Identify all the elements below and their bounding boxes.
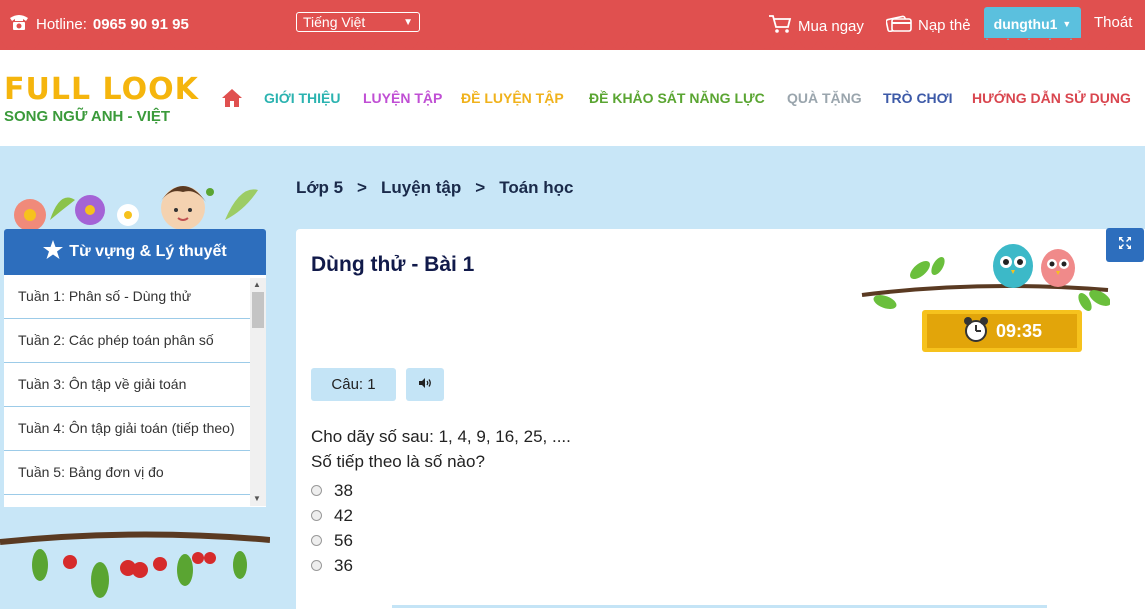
nav-item-about[interactable]: GIỚI THIỆU <box>264 90 341 106</box>
answer-option[interactable]: 38 <box>311 478 353 503</box>
sidebar-item-week-5[interactable]: Tuần 5: Bảng đơn vị đo <box>4 451 250 495</box>
hotline: Hotline: 0965 90 91 95 <box>8 13 189 35</box>
language-select[interactable]: Tiếng Việt ▼ <box>296 12 420 32</box>
breadcrumb-subject: Toán học <box>499 178 574 197</box>
answer-option[interactable]: 56 <box>311 528 353 553</box>
quiz-timer: 09:35 <box>922 310 1082 352</box>
alarm-clock-icon <box>962 315 990 348</box>
star-icon <box>43 240 64 264</box>
sidebar-title: Từ vựng & Lý thuyết <box>69 243 227 260</box>
flowers-decoration <box>14 186 258 230</box>
divider <box>392 605 1047 608</box>
answer-options: 38 42 56 36 <box>311 478 353 578</box>
timer-value: 09:35 <box>995 320 1043 341</box>
breadcrumb-practice[interactable]: Luyện tập <box>381 178 461 198</box>
answer-label: 42 <box>334 505 353 525</box>
hotline-label: Hotline: <box>36 15 87 33</box>
nav-item-practice-tests[interactable]: ĐỀ LUYỆN TẬP <box>461 90 564 106</box>
fullscreen-button[interactable] <box>1106 228 1144 262</box>
sidebar-scrollbar[interactable]: ▲ ▼ <box>250 278 266 506</box>
top-up-link[interactable]: Nạp thẻ <box>885 14 971 36</box>
buy-now-label: Mua ngay <box>798 17 864 35</box>
sidebar-item-week-3[interactable]: Tuần 3: Ôn tập về giải toán <box>4 363 250 407</box>
owls-decoration <box>861 244 1110 312</box>
sidebar-item-week-1[interactable]: Tuần 1: Phân số - Dùng thử <box>4 275 250 319</box>
logo-title: FULL LOOK <box>4 72 199 107</box>
audio-button[interactable] <box>406 368 444 401</box>
quiz-title: Dùng thử - Bài 1 <box>311 253 475 276</box>
home-icon[interactable] <box>221 88 243 113</box>
answer-option[interactable]: 36 <box>311 553 353 578</box>
cart-icon <box>768 14 792 38</box>
breadcrumb-grade[interactable]: Lớp 5 <box>296 178 343 198</box>
credit-card-icon <box>885 14 912 36</box>
scroll-up-icon[interactable]: ▲ <box>253 280 261 289</box>
radio-button[interactable] <box>311 535 322 546</box>
logo-subtitle: SONG NGỮ ANH - VIỆT <box>4 108 171 125</box>
top-up-label: Nạp thẻ <box>918 16 971 34</box>
language-value: Tiếng Việt <box>303 14 366 30</box>
answer-label: 38 <box>334 480 353 500</box>
radio-button[interactable] <box>311 510 322 521</box>
username: dungthu1 <box>993 15 1058 32</box>
breadcrumb-separator: > <box>475 178 486 197</box>
nav-item-guide[interactable]: HƯỚNG DẪN SỬ DỤNG <box>972 90 1131 106</box>
speaker-icon <box>418 376 432 394</box>
sidebar-header: Từ vựng & Lý thuyết <box>4 229 266 275</box>
answer-label: 56 <box>334 530 353 550</box>
sidebar-item-week-4[interactable]: Tuần 4: Ôn tập giải toán (tiếp theo) <box>4 407 250 451</box>
sidebar-list: Tuần 1: Phân số - Dùng thử Tuần 2: Các p… <box>4 275 266 507</box>
sidebar-item-week-2[interactable]: Tuần 2: Các phép toán phân số <box>4 319 250 363</box>
scrollbar-thumb[interactable] <box>252 292 264 328</box>
scroll-down-icon[interactable]: ▼ <box>253 494 261 503</box>
question-line-1: Cho dãy số sau: 1, 4, 9, 16, 25, .... <box>311 427 571 446</box>
breadcrumb-separator: > <box>357 178 367 197</box>
main-nav: FULL LOOK SONG NGỮ ANH - VIỆT GIỚI THIỆU… <box>0 50 1145 146</box>
question-number-badge: Câu: 1 <box>311 368 396 401</box>
buy-now-link[interactable]: Mua ngay <box>768 14 864 38</box>
logout-link[interactable]: Thoát <box>1094 14 1132 31</box>
nav-item-gifts[interactable]: QUÀ TẶNG <box>787 90 862 106</box>
nav-item-games[interactable]: TRÒ CHƠI <box>883 90 953 106</box>
question-line-2: Số tiếp theo là số nào? <box>311 452 485 471</box>
answer-option[interactable]: 42 <box>311 503 353 528</box>
branch-decoration <box>0 531 270 598</box>
nav-item-assessment[interactable]: ĐỀ KHẢO SÁT NĂNG LỰC <box>589 90 765 106</box>
top-bar: Hotline: 0965 90 91 95 Tiếng Việt ▼ Mua … <box>0 0 1145 50</box>
logout-label: Thoát <box>1094 14 1133 31</box>
expand-icon <box>1118 236 1132 255</box>
breadcrumb: Lớp 5 > Luyện tập > Toán học <box>296 178 574 198</box>
nav-item-practice[interactable]: LUYỆN TẬP <box>363 90 442 106</box>
chevron-down-icon: ▼ <box>403 16 413 28</box>
radio-button[interactable] <box>311 485 322 496</box>
radio-button[interactable] <box>311 560 322 571</box>
phone-icon <box>8 13 30 35</box>
question-text: Cho dãy số sau: 1, 4, 9, 16, 25, .... Số… <box>311 424 571 474</box>
hotline-number: 0965 90 91 95 <box>92 15 189 33</box>
caret-down-icon: ▼ <box>1062 18 1072 29</box>
answer-label: 36 <box>334 555 353 575</box>
user-menu-button[interactable]: dungthu1 ▼ <box>984 7 1081 40</box>
